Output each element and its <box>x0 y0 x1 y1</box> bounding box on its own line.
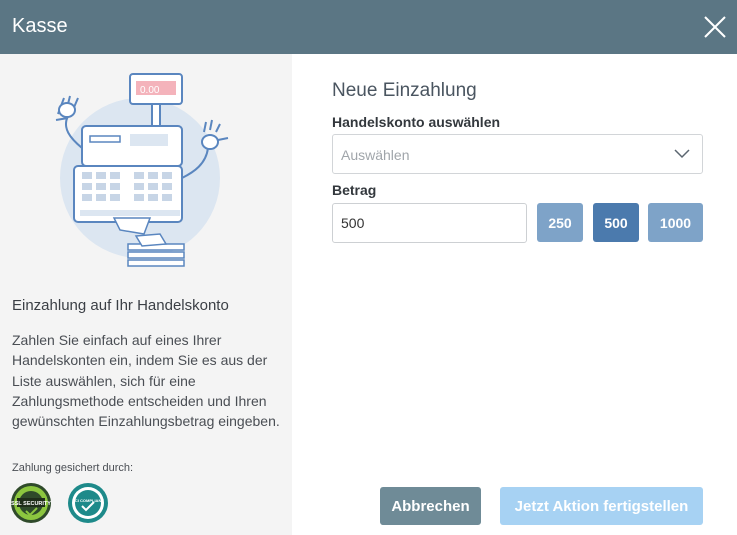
info-panel: 0.00 Einzahlung auf Ihr Handelskonto Zah… <box>0 54 292 535</box>
amount-input[interactable] <box>332 203 527 243</box>
ssl-security-badge-icon: SSL SECURITY <box>11 483 51 523</box>
info-description: Zahlen Sie einfach auf eines Ihrer Hande… <box>12 332 280 430</box>
account-select[interactable]: Auswählen <box>332 134 703 174</box>
amount-label: Betrag <box>332 182 377 198</box>
cash-register-illustration: 0.00 <box>55 73 229 267</box>
dialog-title: Kasse <box>12 15 68 37</box>
pci-badge-text: PCI COMPLIANT <box>72 498 104 503</box>
dialog-header: Kasse <box>0 0 737 54</box>
info-title: Einzahlung auf Ihr Handelskonto <box>12 297 229 314</box>
account-select-label: Handelskonto auswählen <box>332 114 501 130</box>
preset-1000-button[interactable]: 1000 <box>648 203 703 242</box>
preset-500-button[interactable]: 500 <box>593 203 639 242</box>
form-title: Neue Einzahlung <box>332 80 477 101</box>
secured-by-label: Zahlung gesichert durch: <box>12 462 134 474</box>
account-select-placeholder: Auswählen <box>341 147 410 163</box>
chevron-down-icon <box>674 149 690 159</box>
register-display-text: 0.00 <box>140 85 160 96</box>
pci-compliant-badge-icon: PCI COMPLIANT <box>68 483 108 523</box>
ssl-badge-text: SSL SECURITY <box>11 501 51 507</box>
close-icon[interactable] <box>700 12 730 42</box>
cancel-button[interactable]: Abbrechen <box>380 487 481 525</box>
submit-button[interactable]: Jetzt Aktion fertigstellen <box>500 487 703 525</box>
preset-250-button[interactable]: 250 <box>537 203 583 242</box>
